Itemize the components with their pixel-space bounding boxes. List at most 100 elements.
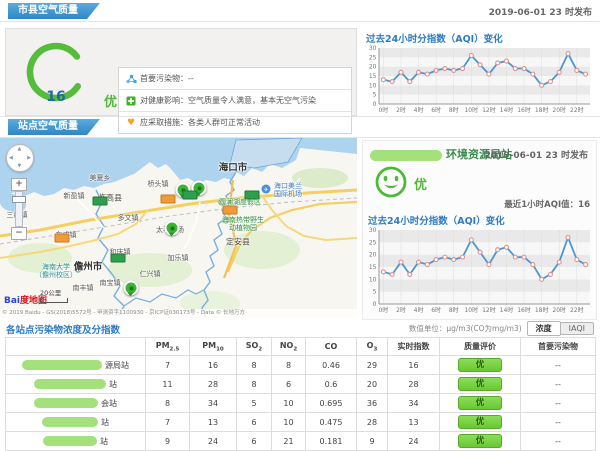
road-shield-icon — [223, 206, 238, 215]
aqi-level: 优 — [104, 91, 117, 110]
map-place-label: 南丰镇 — [73, 284, 94, 292]
value-cell: 6 — [237, 432, 272, 451]
column-header: O3 — [357, 338, 388, 356]
value-cell: 8 — [237, 356, 272, 375]
value-cell: 8 — [237, 375, 272, 394]
value-cell: 24 — [190, 432, 237, 451]
svg-text:12时: 12时 — [482, 306, 496, 314]
primary-pollutant-cell: -- — [521, 375, 596, 394]
station-aqi-line-chart: 0510152025300时2时4时6时8时10时12时14时16时18时20时… — [364, 226, 594, 314]
road-shield-icon — [161, 195, 176, 204]
redaction-blur — [42, 417, 98, 427]
station-map[interactable]: ✈ 海口市儋州市临高县定安县美夏乡桥头镇新盈镇三都镇多文镇东成镇和庆镇南丰镇仁兴… — [0, 138, 357, 318]
column-header: CO — [306, 338, 357, 356]
svg-text:30: 30 — [369, 227, 377, 234]
table-row: 站7136100.4752813优-- — [6, 413, 596, 432]
station-name-cell: 站 — [6, 413, 146, 432]
section-header-station-air-quality: 站点空气质量 — [8, 119, 100, 135]
value-cell: 6 — [272, 375, 306, 394]
value-cell: 7 — [146, 413, 190, 432]
redaction-blur — [370, 150, 442, 161]
unit-note: 数值单位：μg/m3(CO为mg/m3) — [409, 323, 522, 334]
pan-right-icon[interactable]: ▶ — [27, 156, 31, 161]
city-chart-title: 过去24小时分指数（AQI）变化 — [366, 31, 503, 45]
map-attribution: © 2019 Baidu - GS(2018)5572号 - 甲测资字11009… — [0, 309, 357, 318]
info-value: -- — [188, 74, 194, 83]
svg-text:0: 0 — [373, 101, 377, 108]
quality-eval-cell: 优 — [440, 356, 521, 375]
svg-text:14时: 14时 — [500, 306, 514, 314]
primary-pollutant-row: 首要污染物： -- — [119, 68, 351, 90]
svg-text:0: 0 — [373, 301, 377, 308]
svg-text:10时: 10时 — [464, 106, 478, 114]
pan-up-icon[interactable]: ▲ — [18, 147, 22, 152]
primary-pollutant-cell: -- — [521, 413, 596, 432]
pan-down-icon[interactable]: ▼ — [18, 164, 22, 169]
zoom-track[interactable] — [15, 191, 23, 227]
quality-badge: 优 — [458, 396, 502, 410]
table-row: 源局站716880.462916优-- — [6, 356, 596, 375]
svg-text:25: 25 — [369, 239, 377, 246]
svg-text:20时: 20时 — [552, 106, 566, 114]
info-value: 各类人群可正常活动 — [188, 117, 260, 128]
svg-text:2时: 2时 — [396, 106, 406, 114]
info-label: 应采取措施： — [140, 117, 188, 128]
value-cell: 5 — [237, 394, 272, 413]
map-scale: 20公里 — [40, 287, 68, 303]
value-cell: 21 — [272, 432, 306, 451]
svg-text:8时: 8时 — [449, 306, 459, 314]
primary-pollutant-cell: -- — [521, 432, 596, 451]
station-marker-icon[interactable] — [165, 221, 180, 236]
divider — [0, 116, 600, 117]
column-header: PM2.5 — [146, 338, 190, 356]
redaction-blur — [34, 379, 106, 389]
publish-time: 2019-06-01 23 时发布 — [489, 5, 592, 18]
column-header: 实时指数 — [388, 338, 440, 356]
map-place-label: 桥头镇 — [148, 180, 169, 188]
map-place-label: 新盈镇 — [64, 192, 85, 200]
value-cell: 24 — [388, 432, 440, 451]
quality-eval-cell: 优 — [440, 413, 521, 432]
pollutant-icon — [125, 74, 137, 84]
value-cell: 16 — [190, 356, 237, 375]
redaction-blur — [43, 436, 97, 446]
svg-text:15: 15 — [369, 264, 377, 271]
station-chart-title: 过去24小时分指数（AQI）变化 — [368, 213, 505, 227]
info-label: 首要污染物： — [140, 73, 188, 84]
svg-text:22时: 22时 — [570, 306, 584, 314]
column-header: 质量评价 — [440, 338, 521, 356]
value-cell: 6 — [237, 413, 272, 432]
map-place-label: 南宝镇 — [100, 279, 121, 287]
toggle-concentration[interactable]: 浓度 — [527, 321, 561, 336]
station-name-cell: 站 — [6, 375, 146, 394]
map-place-label: 海口美兰 国际机场 — [274, 182, 302, 198]
zoom-out-button[interactable]: − — [11, 227, 27, 240]
value-cell: 28 — [388, 375, 440, 394]
value-cell: 28 — [357, 413, 388, 432]
station-name-cell: 源局站 — [6, 356, 146, 375]
map-place-label: 美夏乡 — [90, 174, 111, 182]
quality-badge: 优 — [458, 434, 502, 448]
table-row: 站1128860.62028优-- — [6, 375, 596, 394]
value-cell: 8 — [272, 356, 306, 375]
pan-left-icon[interactable]: ◀ — [9, 156, 13, 161]
svg-text:20: 20 — [369, 252, 377, 259]
primary-pollutant-cell: -- — [521, 356, 596, 375]
quality-eval-cell: 优 — [440, 375, 521, 394]
city-aqi-line-chart: 0510152025300时2时4时6时8时10时12时14时16时18时20时… — [364, 44, 594, 114]
map-place-label: 多文镇 — [118, 214, 139, 222]
map-pan-control[interactable]: ▲ ▼ ◀ ▶ — [6, 144, 34, 172]
value-cell: 11 — [146, 375, 190, 394]
svg-text:30: 30 — [369, 45, 377, 52]
zoom-in-button[interactable]: + — [11, 178, 27, 191]
zoom-handle[interactable] — [12, 196, 26, 203]
svg-text:10时: 10时 — [464, 306, 478, 314]
table-row: 站9246210.181924优-- — [6, 432, 596, 451]
map-zoom-slider[interactable]: + − — [11, 178, 27, 240]
toggle-iaqi[interactable]: IAQI — [560, 322, 594, 335]
station-name-cell: 会站 — [6, 394, 146, 413]
station-marker-icon[interactable] — [124, 281, 139, 296]
table-title: 各站点污染物浓度及分指数 — [6, 322, 120, 336]
measure-icon: ♥ — [125, 118, 137, 128]
station-aqi-level: 优 — [414, 174, 427, 193]
